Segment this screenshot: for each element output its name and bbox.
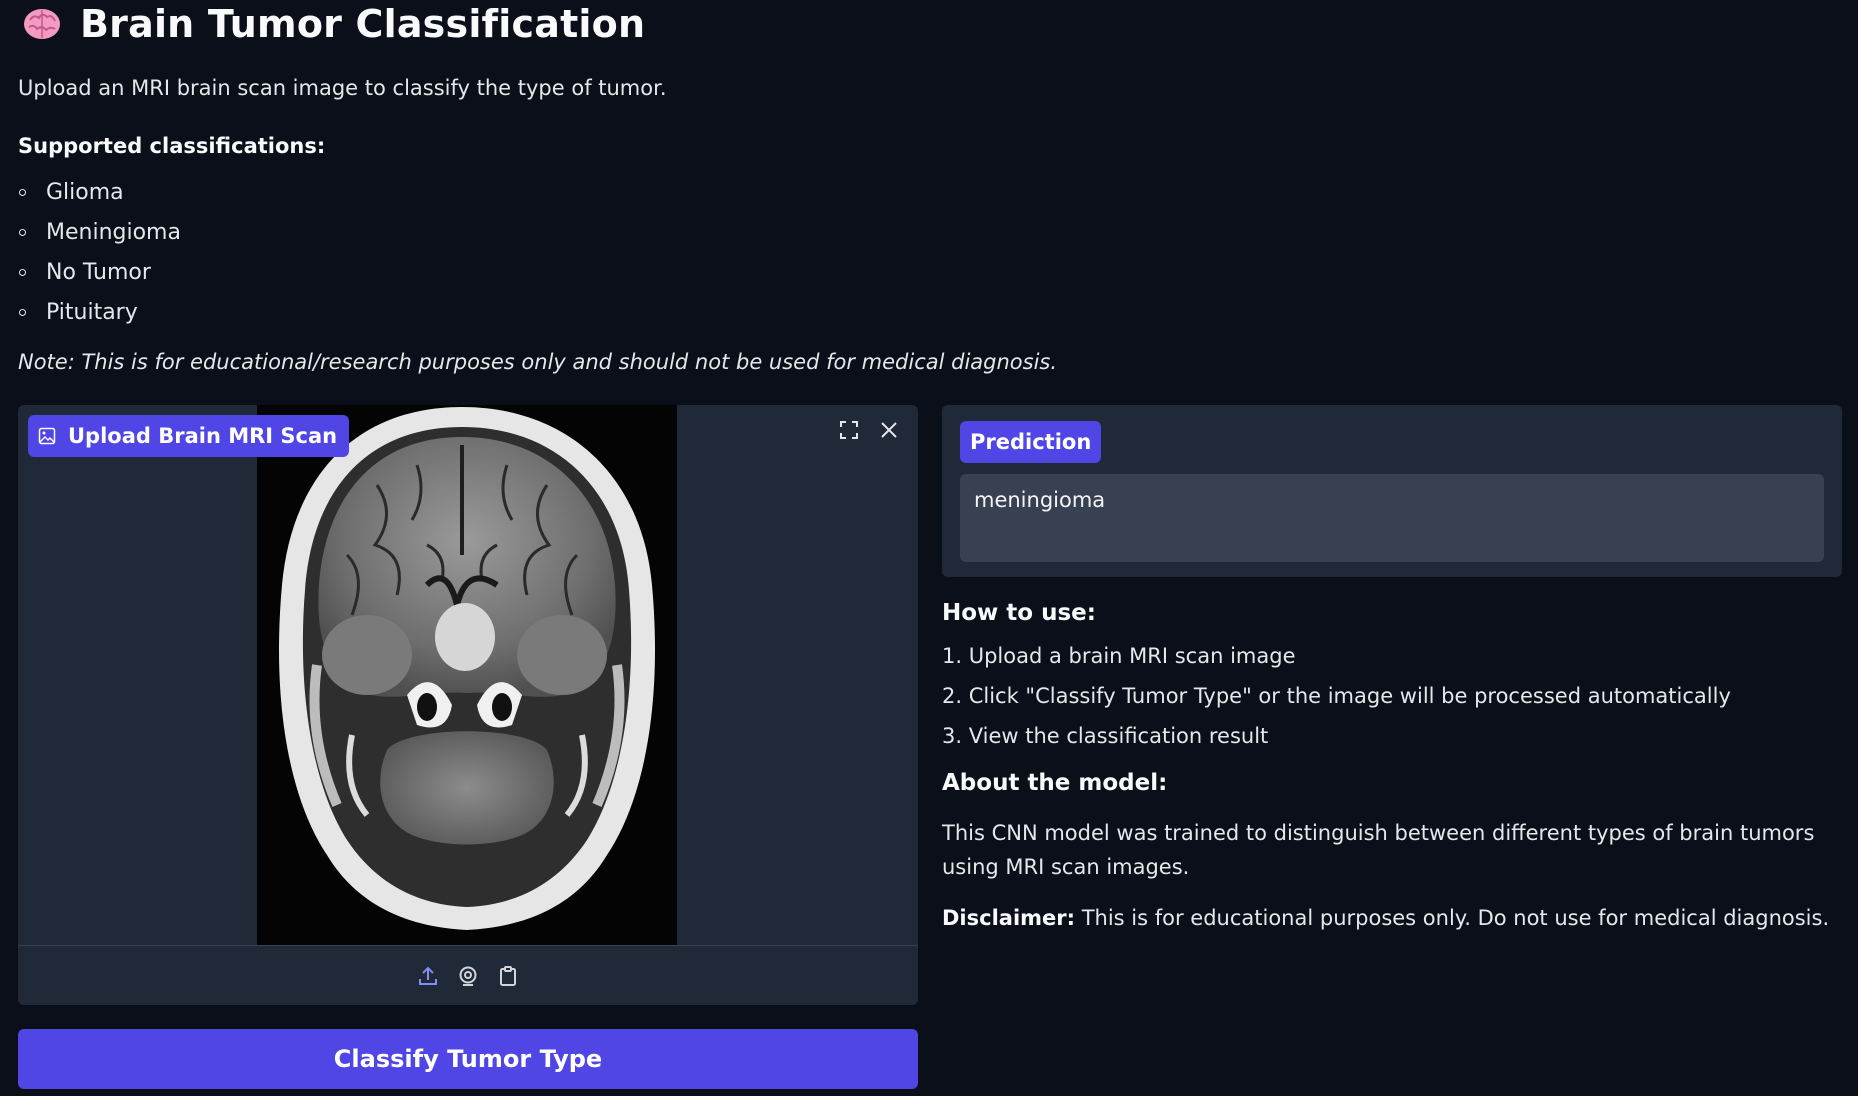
header: Brain Tumor Classification [22,0,645,48]
prediction-output[interactable]: meningioma [960,474,1824,562]
classification-list: Glioma Meningioma No Tumor Pituitary [18,172,181,332]
list-item: Pituitary [18,292,181,332]
intro-text: Upload an MRI brain scan image to classi… [18,76,667,100]
upload-label: Upload Brain MRI Scan [28,415,350,457]
fullscreen-icon [840,421,858,439]
webcam-icon [459,966,477,986]
disclaimer-text: This is for educational purposes only. D… [1075,906,1830,930]
list-item: Glioma [18,172,181,212]
list-item: 3. View the classification result [942,724,1269,748]
bullet-icon [19,228,26,236]
note-text: Note: This is for educational/research p… [18,350,1058,374]
disclaimer: Disclaimer: This is for educational purp… [942,906,1842,930]
panel-actions [834,415,904,445]
list-item: 2. Click "Classify Tumor Type" or the im… [942,684,1731,708]
prediction-panel: Prediction meningioma [942,405,1842,577]
disclaimer-label: Disclaimer: [942,906,1076,930]
image-upload-panel[interactable]: Upload Brain MRI Scan [18,405,918,1005]
webcam-button[interactable] [455,963,481,989]
classify-button[interactable]: Classify Tumor Type [18,1029,918,1089]
close-icon [881,422,897,438]
source-toolbar [18,945,918,1005]
brain-icon [24,9,60,39]
list-item: 1. Upload a brain MRI scan image [942,644,1296,668]
bullet-icon [19,268,26,276]
clipboard-button[interactable] [495,963,521,989]
list-item: Meningioma [18,212,181,252]
page: Brain Tumor Classification Upload an MRI… [0,0,1858,1096]
list-item: No Tumor [18,252,181,292]
page-title: Brain Tumor Classification [80,2,646,46]
clipboard-icon [500,965,516,986]
upload-button[interactable] [415,963,441,989]
mri-scan-image [257,405,677,945]
supported-heading: Supported classifications: [18,134,326,158]
upload-icon [419,966,437,985]
instructions-section: How to use: 1. Upload a brain MRI scan i… [942,600,1842,930]
close-button[interactable] [874,415,904,445]
how-to-heading: How to use: [942,600,1096,626]
about-text: This CNN model was trained to distinguis… [942,821,1815,879]
upload-label-text: Upload Brain MRI Scan [68,424,338,448]
steps-list: 1. Upload a brain MRI scan image 2. Clic… [942,636,1842,756]
about-heading: About the model: [942,770,1168,796]
bullet-icon [19,308,26,316]
fullscreen-button[interactable] [834,415,864,445]
bullet-icon [19,188,26,196]
prediction-label: Prediction [960,421,1102,463]
image-icon [38,427,56,445]
